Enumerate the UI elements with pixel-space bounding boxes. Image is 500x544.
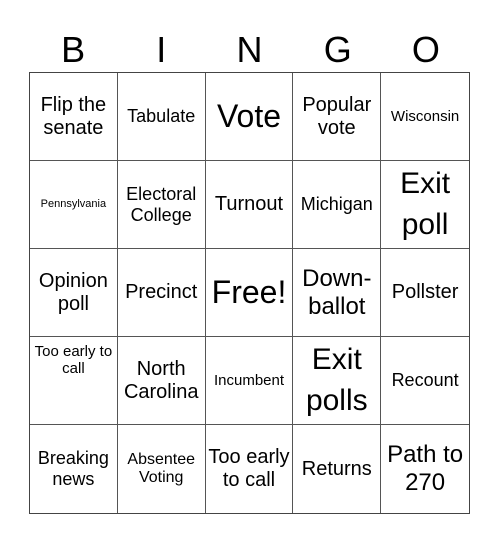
bingo-free-space[interactable]: Free! [205,249,294,337]
bingo-cell[interactable]: Pennsylvania [30,161,118,249]
header-letter-o: O [411,29,440,70]
bingo-cell[interactable]: Popular vote [293,73,382,161]
bingo-cell[interactable]: Absentee Voting [118,425,206,513]
header-letter-i: I [156,29,167,70]
header-letter-g: G [323,29,352,70]
bingo-cell[interactable]: Incumbent [205,337,294,425]
bingo-cell[interactable]: Wisconsin [381,73,469,161]
bingo-cell[interactable]: Exit polls [293,337,382,425]
bingo-cell[interactable]: Recount [381,337,469,425]
bingo-cell[interactable]: Pollster [381,249,469,337]
bingo-cell[interactable]: Breaking news [30,425,118,513]
bingo-cell[interactable]: Tabulate [117,73,206,161]
bingo-cell[interactable]: Electoral College [117,161,206,249]
bingo-cell[interactable]: Precinct [117,249,206,337]
header-letter-b: B [61,29,86,70]
bingo-cell[interactable]: Returns [293,425,382,513]
bingo-cell[interactable]: North Carolina [117,337,206,425]
bingo-cell[interactable]: Exit poll [381,161,469,249]
bingo-cell[interactable]: Down-ballot [293,249,382,337]
bingo-card-grid: Flip the senate Tabulate Vote Popular vo… [29,72,470,514]
bingo-cell[interactable]: Michigan [293,161,382,249]
bingo-cell[interactable]: Too early to call [30,337,118,425]
bingo-cell[interactable]: Too early to call [206,425,294,513]
bingo-cell[interactable]: Turnout [205,161,294,249]
bingo-cell[interactable]: Opinion poll [30,249,118,337]
header-letter-n: N [236,29,263,70]
bingo-cell[interactable]: Flip the senate [30,73,118,161]
bingo-header: B I N G O [29,28,470,72]
bingo-cell[interactable]: Path to 270 [381,425,469,513]
bingo-cell[interactable]: Vote [205,73,294,161]
